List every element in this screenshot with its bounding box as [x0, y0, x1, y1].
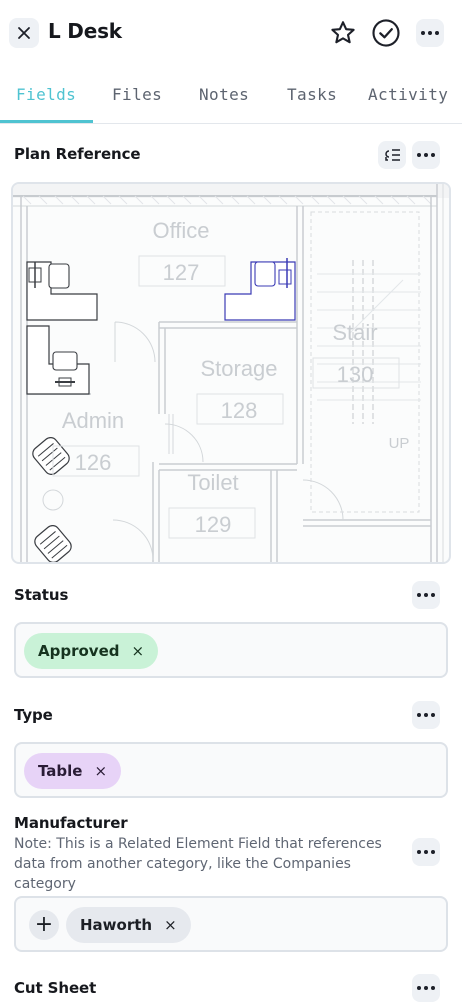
status-field[interactable]: Approved × [14, 622, 448, 678]
status-chip[interactable]: Approved × [24, 633, 159, 669]
remove-status-icon[interactable]: × [131, 642, 144, 660]
page-title: L Desk [48, 19, 122, 43]
floor-plan[interactable]: Office 127 Storage 128 Stair 130 Admin 1… [11, 182, 451, 564]
tab-tasks[interactable]: Tasks [287, 85, 337, 104]
more-icon [412, 838, 440, 866]
type-label: Type [14, 706, 53, 724]
manufacturer-chip[interactable]: Haworth × [66, 907, 191, 943]
room-name-toilet: Toilet [187, 470, 238, 495]
floor-plan-drawing: Office 127 Storage 128 Stair 130 Admin 1… [13, 184, 449, 562]
tab-files[interactable]: Files [112, 85, 162, 104]
room-number-126: 126 [75, 450, 112, 475]
close-button[interactable] [9, 18, 39, 48]
stair-up-marker: UP [389, 435, 410, 452]
more-icon [416, 19, 444, 47]
cut-sheet-label: Cut Sheet [14, 979, 97, 997]
status-label: Status [14, 586, 69, 604]
plan-filter-button[interactable] [378, 141, 406, 169]
manufacturer-chip-label: Haworth [80, 916, 153, 934]
room-name-office: Office [152, 218, 209, 243]
cut-sheet-more-button[interactable] [412, 974, 440, 1002]
tab-activity[interactable]: Activity [368, 85, 448, 104]
check-circle-icon [372, 19, 400, 47]
add-manufacturer-button[interactable]: + [29, 910, 59, 940]
favorite-button[interactable] [327, 17, 359, 49]
room-number-127: 127 [163, 260, 200, 285]
tab-fields[interactable]: Fields [16, 85, 76, 104]
type-chip-label: Table [38, 762, 83, 780]
manufacturer-more-button[interactable] [412, 838, 440, 866]
star-icon [331, 21, 355, 44]
type-more-button[interactable] [412, 701, 440, 729]
more-icon [412, 701, 440, 729]
type-chip[interactable]: Table × [24, 753, 122, 789]
plan-reference-label: Plan Reference [14, 145, 141, 163]
tab-bar: Fields Files Notes Tasks Activity [0, 80, 462, 124]
remove-manufacturer-icon[interactable]: × [164, 916, 177, 934]
plan-more-button[interactable] [412, 141, 440, 169]
room-number-129: 129 [195, 512, 232, 537]
room-name-stair: Stair [332, 320, 377, 345]
complete-button[interactable] [370, 17, 402, 49]
remove-type-icon[interactable]: × [94, 762, 107, 780]
room-number-128: 128 [221, 398, 258, 423]
more-icon [412, 141, 440, 169]
more-icon [412, 581, 440, 609]
filter-list-icon [385, 149, 400, 161]
status-chip-label: Approved [38, 642, 120, 660]
close-icon [18, 27, 30, 39]
room-name-storage: Storage [200, 356, 277, 381]
manufacturer-field[interactable]: + Haworth × [14, 896, 448, 952]
header: L Desk [0, 0, 462, 66]
manufacturer-label: Manufacturer [14, 814, 128, 832]
status-more-button[interactable] [412, 581, 440, 609]
room-name-admin: Admin [62, 408, 124, 433]
tab-notes[interactable]: Notes [199, 85, 249, 104]
more-icon [412, 974, 440, 1002]
room-number-130: 130 [337, 362, 374, 387]
active-tab-indicator [0, 120, 93, 123]
type-field[interactable]: Table × [14, 742, 448, 798]
manufacturer-note: Note: This is a Related Element Field th… [14, 836, 382, 892]
header-more-button[interactable] [414, 17, 446, 49]
